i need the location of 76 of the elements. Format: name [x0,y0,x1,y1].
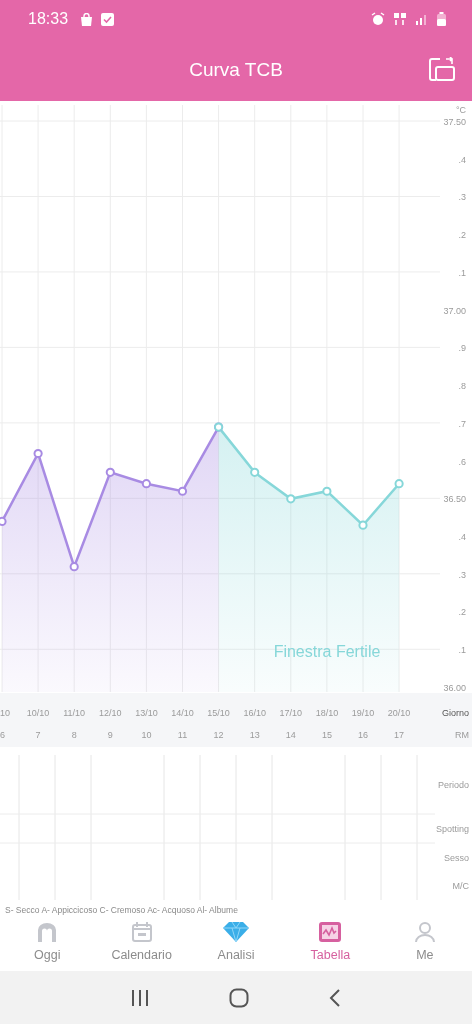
minor-tick-label: .4 [458,531,466,542]
minor-tick-label: .4 [458,154,466,165]
symptom-row-label: Sesso [444,853,469,863]
date-label: 17/10 [279,708,303,718]
date-label: 13/10 [135,708,158,718]
data-point[interactable] [0,516,7,526]
date-label: 18/10 [315,708,339,718]
checkbox-icon [101,12,115,26]
date-label: 11/10 [63,708,86,718]
data-point[interactable] [322,486,332,496]
data-point[interactable] [69,562,79,572]
data-point[interactable] [250,467,260,477]
recent-apps-icon[interactable] [129,988,150,1007]
cycle-day-label: 8 [71,730,77,740]
cycle-day-label: 9 [107,730,113,740]
clock-text: 18:33 [28,10,69,28]
calendar-icon [131,922,152,942]
cycle-row-label: RM [455,730,469,740]
date-label: 10/10 [26,708,50,718]
date-label: 19/10 [351,708,375,718]
chart-icon [319,922,342,942]
minor-tick-label: .2 [458,607,466,618]
date-label: 15/10 [207,708,230,718]
data-point[interactable] [394,479,404,489]
minor-tick-label: .9 [458,343,466,354]
alarm-icon [371,12,385,26]
home-icon[interactable] [229,987,249,1008]
minor-tick-label: .8 [458,381,466,392]
diamond-icon [223,922,249,942]
arch-icon [36,922,59,942]
signal-icon [415,12,429,26]
data-point[interactable] [105,467,115,477]
cycle-day-label: 14 [285,730,296,740]
data-point[interactable] [33,448,43,459]
rotate-screen-icon[interactable] [428,57,456,81]
cycle-day-label: 17 [394,730,405,740]
cycle-day-label: 15 [321,730,332,740]
axis-tick-label: 36.00 [443,682,466,693]
symptom-row-label: M/C [452,881,469,891]
cycle-day-label: 16 [358,730,368,740]
minor-tick-label: .1 [458,267,466,278]
cycle-day-label: 11 [177,730,188,740]
fertile-window-label: Finestra Fertile [273,643,381,660]
cycle-day-label: 6 [0,730,5,740]
minor-tick-label: .1 [458,645,466,656]
mucus-legend-text: S- Secco A- Appiccicoso C- Cremoso Ac- Acquoso Al- Albume [4,904,239,916]
date-label: 16/10 [243,708,266,718]
symptom-row-label: Periodo [437,780,469,790]
battery-icon [437,12,446,26]
axis-tick-label: 36.50 [443,494,466,505]
date-label: 12/10 [99,708,122,718]
shopping-bag-icon [80,12,94,26]
date-row-label: Giorno [442,708,469,718]
axis-tick-label: 37.00 [443,305,466,316]
data-point[interactable] [286,494,296,504]
data-point[interactable] [141,479,151,489]
data-point[interactable] [177,486,188,496]
minor-tick-label: .7 [458,418,466,429]
cycle-day-label: 10 [141,730,152,740]
cycle-day-label: 13 [249,730,260,740]
back-icon[interactable] [328,987,343,1008]
unit-label: °C [455,105,466,115]
person-icon [414,922,435,942]
minor-tick-label: .3 [458,192,466,203]
date-label: 14/10 [171,708,194,718]
date-label: 20/10 [387,708,411,718]
minor-tick-label: .6 [458,456,466,467]
cycle-day-label: 12 [213,730,224,740]
symptom-row-label: Spotting [435,824,469,834]
axis-tick-label: 37.50 [443,116,466,127]
minor-tick-label: .3 [458,569,466,580]
date-label: 10 [0,708,10,718]
cycle-day-label: 7 [35,730,41,740]
minor-tick-label: .2 [458,230,466,241]
data-point[interactable] [358,520,368,530]
screen-title: Curva TCB [189,58,283,81]
